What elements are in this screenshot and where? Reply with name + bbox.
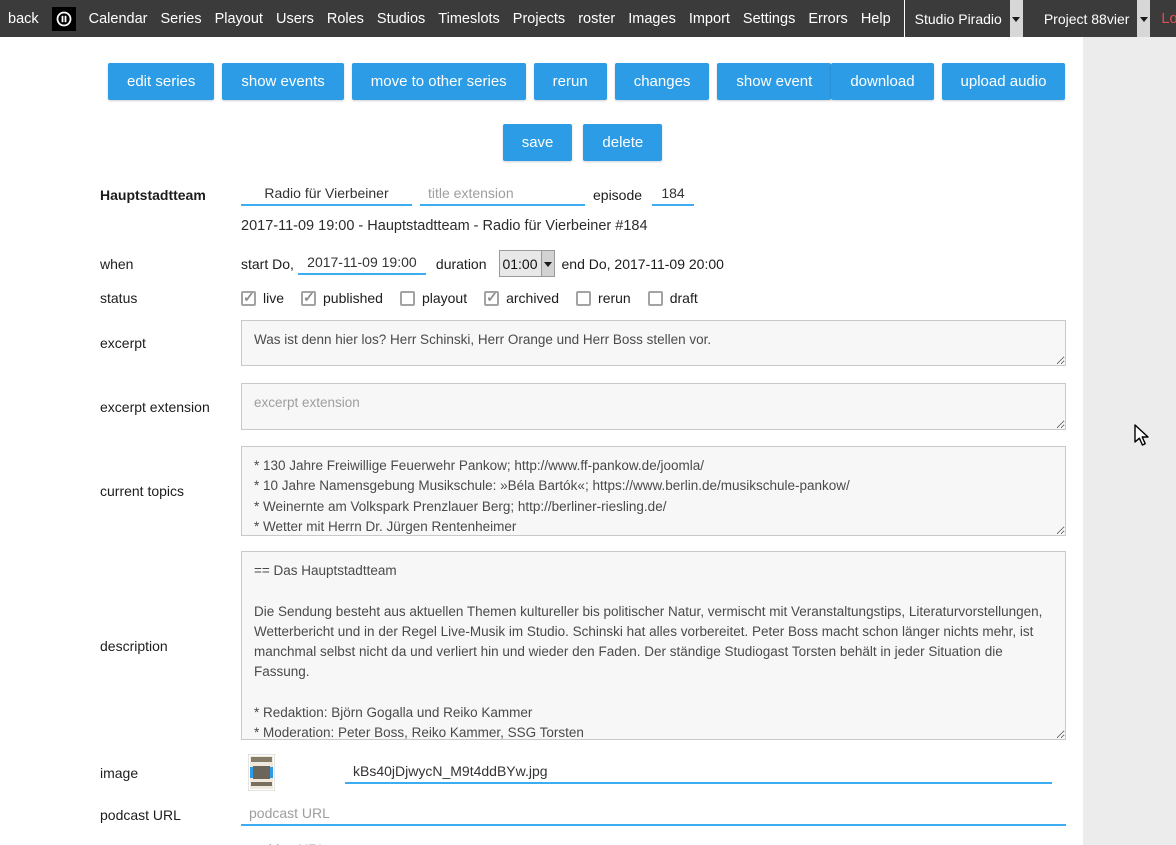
description-row: description == Das Hauptstadtteam Die Se… <box>0 551 1083 740</box>
nav-item-timeslots[interactable]: Timeslots <box>438 11 500 27</box>
excerpt-textarea[interactable]: Was ist denn hier los? Herr Schinski, He… <box>241 320 1066 366</box>
delete-button[interactable]: delete <box>583 124 662 161</box>
checkbox-rerun[interactable] <box>576 291 591 306</box>
toolbar-left-group: edit series show events move to other se… <box>108 63 831 100</box>
when-label: when <box>100 256 241 272</box>
title-input[interactable] <box>241 183 412 206</box>
episode-input[interactable] <box>652 183 694 206</box>
description-textarea[interactable]: == Das Hauptstadtteam Die Sendung besteh… <box>241 551 1066 740</box>
podcast-url-input[interactable] <box>241 803 1066 826</box>
show-events-button[interactable]: show events <box>222 63 343 100</box>
project-select[interactable]: Project 88vier <box>1034 0 1151 37</box>
title-row: Hauptstadtteam episode <box>0 183 1083 206</box>
series-name-label: Hauptstadtteam <box>100 187 241 203</box>
nav-item-roster[interactable]: roster <box>578 11 615 27</box>
when-row: when start Do, duration 01:00 end Do, 20… <box>0 250 1083 277</box>
image-thumbnail[interactable] <box>248 754 275 791</box>
episode-heading: 2017-11-09 19:00 - Hauptstadtteam - Radi… <box>0 218 1083 234</box>
nav-item-settings[interactable]: Settings <box>743 11 795 27</box>
archive-url-input[interactable] <box>241 839 1066 845</box>
piradio-logo-icon[interactable] <box>52 7 76 31</box>
dropdown-arrow-icon[interactable] <box>1137 0 1150 37</box>
image-filename-input[interactable] <box>345 761 1052 784</box>
duration-label: duration <box>436 256 487 272</box>
toolbar-row-1: edit series show events move to other se… <box>0 37 1083 100</box>
excerpt-extension-row: excerpt extension <box>0 383 1083 430</box>
content-area: edit series show events move to other se… <box>0 37 1083 845</box>
move-to-other-series-button[interactable]: move to other series <box>352 63 526 100</box>
image-label: image <box>100 765 241 781</box>
nav-item-studios[interactable]: Studios <box>377 11 425 27</box>
nav-item-images[interactable]: Images <box>628 11 676 27</box>
show-event-button[interactable]: show event <box>717 63 831 100</box>
current-topics-label: current topics <box>100 483 241 499</box>
nav-item-users[interactable]: Users <box>276 11 314 27</box>
nav-item-help[interactable]: Help <box>861 11 891 27</box>
start-label: start Do, <box>241 256 294 272</box>
nav-item-import[interactable]: Import <box>689 11 730 27</box>
podcast-url-label: podcast URL <box>100 807 241 823</box>
title-extension-input[interactable] <box>420 183 585 206</box>
status-option-published: published <box>301 290 383 306</box>
status-option-draft: draft <box>648 290 698 306</box>
toolbar-row-2: save delete <box>41 124 1124 161</box>
studio-select[interactable]: Studio Piradio <box>904 0 1023 37</box>
status-option-rerun: rerun <box>576 290 631 306</box>
status-option-playout: playout <box>400 290 467 306</box>
checkbox-published[interactable] <box>301 291 316 306</box>
navbar-right-group: Studio Piradio Project 88vier Logout mil… <box>904 0 1176 37</box>
rerun-button[interactable]: rerun <box>534 63 607 100</box>
current-topics-row: current topics * 130 Jahre Freiwillige F… <box>0 446 1083 536</box>
nav-item-series[interactable]: Series <box>160 11 201 27</box>
dropdown-arrow-icon[interactable] <box>1010 0 1023 37</box>
excerpt-extension-textarea[interactable] <box>241 383 1066 430</box>
image-row: image <box>0 754 1083 791</box>
archive-url-row: archive URL <box>0 839 1083 845</box>
nav-item-projects[interactable]: Projects <box>513 11 565 27</box>
checkbox-archived[interactable] <box>484 291 499 306</box>
edit-series-button[interactable]: edit series <box>108 63 214 100</box>
dropdown-arrow-icon[interactable] <box>541 251 554 276</box>
toolbar-right-group: download upload audio <box>831 63 1065 100</box>
checkbox-playout[interactable] <box>400 291 415 306</box>
nav-item-roles[interactable]: Roles <box>327 11 364 27</box>
top-navbar: back Calendar Series Playout Users Roles… <box>0 0 1176 37</box>
back-link[interactable]: back <box>8 11 39 27</box>
nav-item-errors[interactable]: Errors <box>808 11 847 27</box>
current-topics-textarea[interactable]: * 130 Jahre Freiwillige Feuerwehr Pankow… <box>241 446 1066 536</box>
description-label: description <box>100 638 241 654</box>
download-button[interactable]: download <box>831 63 933 100</box>
excerpt-label: excerpt <box>100 335 241 351</box>
episode-form: Hauptstadtteam episode 2017-11-09 19:00 … <box>0 183 1083 845</box>
episode-label: episode <box>593 187 642 203</box>
changes-button[interactable]: changes <box>615 63 710 100</box>
checkbox-draft[interactable] <box>648 291 663 306</box>
start-datetime-input[interactable] <box>298 252 426 275</box>
duration-select[interactable]: 01:00 <box>499 250 555 277</box>
status-row: status live published playout archived <box>0 290 1083 306</box>
end-label: end Do, 2017-11-09 20:00 <box>562 256 724 272</box>
logout-link[interactable]: Logout <box>1161 11 1176 27</box>
status-label: status <box>100 290 241 306</box>
nav-item-calendar[interactable]: Calendar <box>89 11 148 27</box>
page-body: edit series show events move to other se… <box>0 37 1176 845</box>
save-button[interactable]: save <box>503 124 573 161</box>
status-option-live: live <box>241 290 284 306</box>
checkbox-live[interactable] <box>241 291 256 306</box>
excerpt-row: excerpt Was ist denn hier los? Herr Schi… <box>0 320 1083 366</box>
excerpt-extension-label: excerpt extension <box>100 399 241 415</box>
nav-item-playout[interactable]: Playout <box>215 11 263 27</box>
status-option-archived: archived <box>484 290 559 306</box>
upload-audio-button[interactable]: upload audio <box>942 63 1066 100</box>
podcast-url-row: podcast URL <box>0 803 1083 826</box>
